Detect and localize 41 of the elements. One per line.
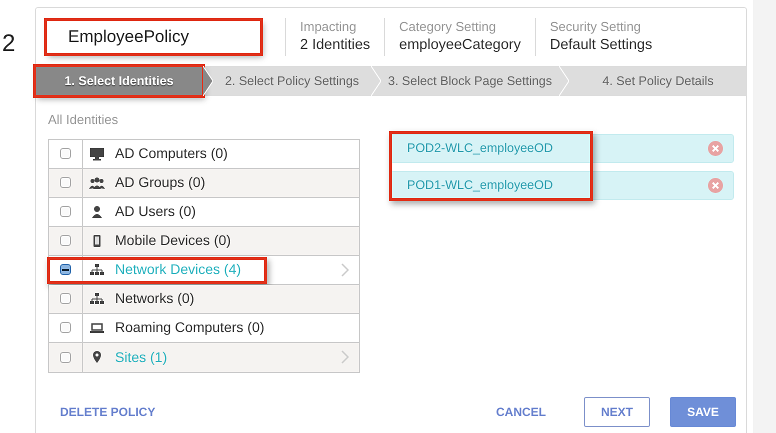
checkbox[interactable] [60,177,71,188]
cancel-link[interactable]: CANCEL [496,403,546,421]
checkbox[interactable] [60,264,71,275]
remove-icon[interactable] [708,178,723,193]
identity-item[interactable]: Sites (1) [115,346,168,368]
summary-value: Default Settings [550,36,652,55]
identity-item[interactable]: Networks (0) [115,288,194,309]
checkbox[interactable] [60,322,71,333]
checkbox[interactable] [60,293,71,304]
chevron-right-icon[interactable] [341,350,349,364]
delete-policy-link[interactable]: DELETE POLICY [60,403,156,421]
next-button[interactable]: NEXT [584,397,650,427]
summary-label: Security Setting [550,18,642,36]
identity-item[interactable]: AD Users (0) [115,201,196,222]
summary-value: 2 Identities [300,36,370,55]
user-icon [89,204,105,218]
group-icon [89,176,105,190]
policy-name-field[interactable]: EmployeePolicy [46,20,261,54]
step-separator [203,66,213,96]
step-separator [559,66,569,96]
selected-identity-chip: POD2-WLC_employeeOD [390,134,734,163]
remove-icon[interactable] [708,141,723,156]
monitor-icon [89,146,105,160]
identity-item[interactable]: Roaming Computers (0) [115,317,264,338]
laptop-icon [89,320,105,334]
checkbox[interactable] [60,148,71,159]
selected-identity-chip: POD1-WLC_employeeOD [390,171,734,200]
network-icon [89,292,105,306]
network-icon [89,262,105,276]
checkbox[interactable] [60,206,71,217]
checkbox[interactable] [60,235,71,246]
checkbox[interactable] [60,352,71,362]
save-button[interactable]: SAVE [670,397,736,427]
row-number: 2 [1,29,16,59]
summary-value: employeeCategory [399,36,521,55]
summary-label: Impacting [300,18,358,36]
identity-item[interactable]: AD Computers (0) [115,143,228,164]
chevron-right-icon[interactable] [341,262,349,276]
step-separator [371,66,381,96]
section-label: All Identities [48,111,120,129]
summary-label: Category Setting [399,18,497,36]
